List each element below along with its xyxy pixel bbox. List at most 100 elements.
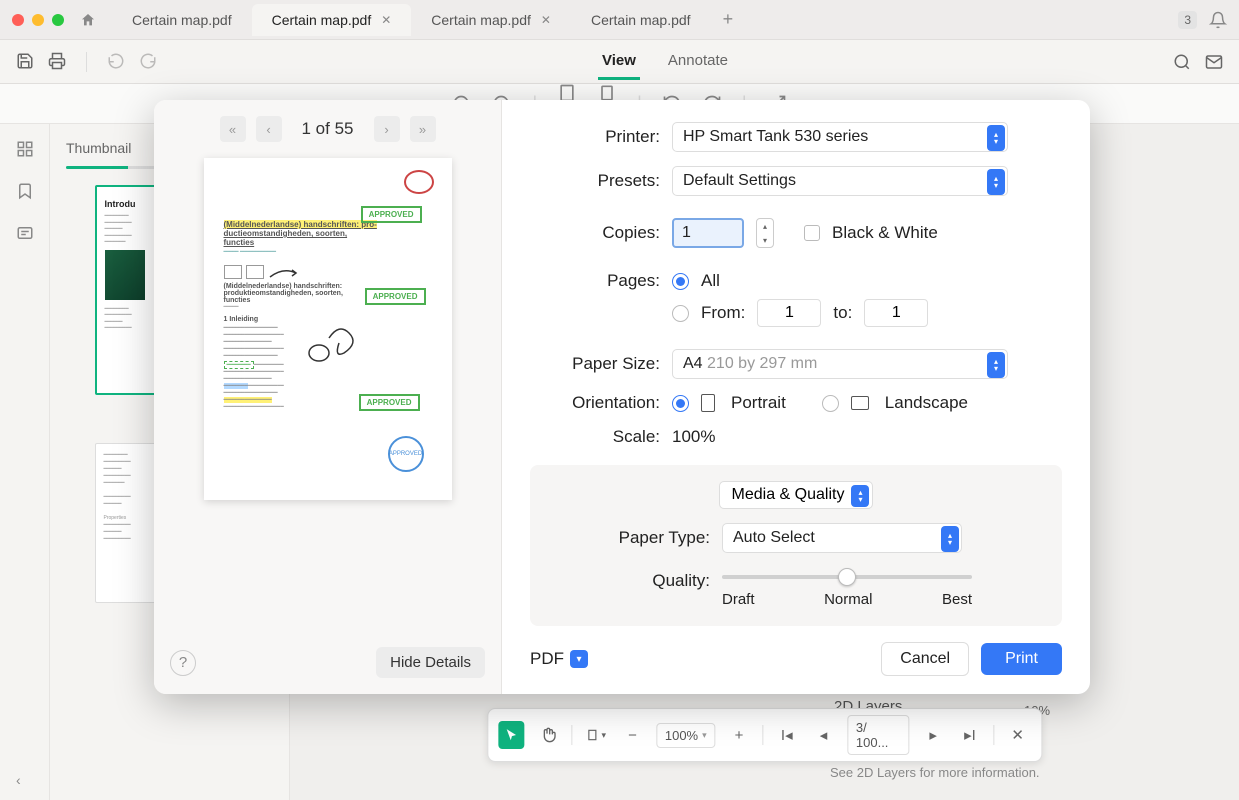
close-tab-icon[interactable]: ✕ xyxy=(541,13,551,27)
paper-type-select[interactable]: Auto Select xyxy=(722,523,962,553)
portrait-icon xyxy=(701,394,715,412)
hand-tool-button[interactable] xyxy=(535,721,562,749)
printer-label: Printer: xyxy=(530,127,660,147)
add-tab-button[interactable]: + xyxy=(711,9,746,30)
bw-label: Black & White xyxy=(832,223,938,243)
printer-select[interactable]: HP Smart Tank 530 series xyxy=(672,122,1008,152)
mail-icon[interactable] xyxy=(1205,53,1223,71)
thumbnail-image xyxy=(105,250,145,300)
first-preview-button[interactable]: « xyxy=(220,116,246,142)
pointer-tool-button[interactable] xyxy=(498,721,525,749)
thumbnails-icon[interactable] xyxy=(16,140,34,158)
copies-input[interactable] xyxy=(672,218,744,248)
copies-stepper[interactable]: ▴▾ xyxy=(756,218,774,248)
pages-from-input[interactable] xyxy=(757,299,821,327)
close-tab-icon[interactable]: ✕ xyxy=(381,13,391,27)
presets-label: Presets: xyxy=(530,171,660,191)
zoom-out-button[interactable]: − xyxy=(619,721,646,749)
hint-text: See 2D Layers for more information. xyxy=(830,765,1040,780)
page-indicator[interactable]: 3/ 100... xyxy=(847,715,910,755)
page-display-button[interactable]: ▾ xyxy=(582,721,609,749)
first-page-button[interactable]: I◂ xyxy=(773,721,800,749)
left-rail xyxy=(0,124,50,800)
last-preview-button[interactable]: » xyxy=(410,116,436,142)
print-dialog: « ‹ 1 of 55 › » APPROVED (Middelnederlan… xyxy=(154,100,1090,694)
pages-to-label: to: xyxy=(833,303,852,323)
portrait-radio[interactable] xyxy=(672,395,689,412)
print-icon[interactable] xyxy=(48,52,66,70)
annotate-tab[interactable]: Annotate xyxy=(664,44,732,80)
print-button[interactable]: Print xyxy=(981,643,1062,675)
presets-select[interactable]: Default Settings xyxy=(672,166,1008,196)
bw-checkbox[interactable] xyxy=(804,225,820,241)
approved-stamp: APPROVED xyxy=(361,206,422,223)
print-preview-pane: « ‹ 1 of 55 › » APPROVED (Middelnederlan… xyxy=(154,100,502,694)
view-tab[interactable]: View xyxy=(598,44,640,80)
minimize-window-button[interactable] xyxy=(32,14,44,26)
zoom-level[interactable]: 100% ▾ xyxy=(656,723,716,748)
pdf-dropdown[interactable]: PDF▾ xyxy=(530,649,588,669)
window-controls xyxy=(12,14,64,26)
pages-range-radio[interactable] xyxy=(672,305,689,322)
annotations-icon[interactable] xyxy=(16,224,34,242)
prev-preview-button[interactable]: ‹ xyxy=(256,116,282,142)
tab-strip: Certain map.pdf Certain map.pdf ✕ Certain… xyxy=(112,4,1178,36)
prev-page-button[interactable]: ◂ xyxy=(810,721,837,749)
maximize-window-button[interactable] xyxy=(52,14,64,26)
tab-2[interactable]: Certain map.pdf ✕ xyxy=(252,4,412,36)
pages-to-input[interactable] xyxy=(864,299,928,327)
paper-type-label: Paper Type: xyxy=(550,528,710,548)
close-window-button[interactable] xyxy=(12,14,24,26)
preview-nav: « ‹ 1 of 55 › » xyxy=(170,116,485,142)
tab-1[interactable]: Certain map.pdf xyxy=(112,4,252,36)
quality-normal: Normal xyxy=(824,591,872,608)
landscape-icon xyxy=(851,396,869,410)
tab-label: Certain map.pdf xyxy=(272,12,372,28)
pages-label: Pages: xyxy=(530,271,660,291)
cancel-button[interactable]: Cancel xyxy=(881,642,969,676)
section-select[interactable]: Media & Quality xyxy=(719,481,874,509)
pages-from-label: From: xyxy=(701,303,745,323)
tab-label: Certain map.pdf xyxy=(431,12,531,28)
scale-value: 100% xyxy=(672,427,715,447)
tab-3[interactable]: Certain map.pdf ✕ xyxy=(411,4,571,36)
scale-label: Scale: xyxy=(530,427,660,447)
approved-stamp: APPROVED xyxy=(359,394,420,411)
close-toolbar-button[interactable]: ✕ xyxy=(1004,721,1031,749)
last-page-button[interactable]: ▸I xyxy=(957,721,984,749)
print-settings-pane: Printer: HP Smart Tank 530 series Preset… xyxy=(502,100,1090,694)
main-toolbar: View Annotate xyxy=(0,40,1239,84)
save-icon[interactable] xyxy=(16,52,34,70)
quality-best: Best xyxy=(942,591,972,608)
paper-size-select[interactable]: A4 210 by 297 mm xyxy=(672,349,1008,379)
undo-icon[interactable] xyxy=(107,52,125,70)
pages-all-radio[interactable] xyxy=(672,273,689,290)
landscape-label: Landscape xyxy=(885,393,968,413)
orientation-label: Orientation: xyxy=(530,393,660,413)
search-icon[interactable] xyxy=(1173,53,1191,71)
help-button[interactable]: ? xyxy=(170,650,196,676)
tab-4[interactable]: Certain map.pdf xyxy=(571,4,711,36)
next-preview-button[interactable]: › xyxy=(374,116,400,142)
home-icon[interactable] xyxy=(80,12,96,28)
collapse-sidebar-button[interactable]: ‹ xyxy=(16,772,21,788)
bell-icon[interactable] xyxy=(1209,11,1227,29)
tab-label: Certain map.pdf xyxy=(132,12,232,28)
notification-count[interactable]: 3 xyxy=(1178,11,1197,29)
zoom-in-button[interactable]: + xyxy=(726,721,753,749)
quality-slider[interactable]: Draft Normal Best xyxy=(722,567,972,608)
chevron-down-icon: ▾ xyxy=(570,650,588,668)
copies-label: Copies: xyxy=(530,223,660,243)
next-page-button[interactable]: ▸ xyxy=(920,721,947,749)
hide-details-button[interactable]: Hide Details xyxy=(376,647,485,678)
bottom-toolbar: ▾ − 100% ▾ + I◂ ◂ 3/ 100... ▸ ▸I ✕ xyxy=(487,708,1042,762)
landscape-radio[interactable] xyxy=(822,395,839,412)
bookmark-icon[interactable] xyxy=(16,182,34,200)
circle-stamp: APPROVED xyxy=(388,436,424,472)
media-quality-section: Media & Quality Paper Type: Auto Select … xyxy=(530,465,1062,626)
titlebar: Certain map.pdf Certain map.pdf ✕ Certain… xyxy=(0,0,1239,40)
portrait-label: Portrait xyxy=(731,393,786,413)
quality-draft: Draft xyxy=(722,591,755,608)
redo-icon[interactable] xyxy=(139,52,157,70)
pages-all-label: All xyxy=(701,271,720,291)
